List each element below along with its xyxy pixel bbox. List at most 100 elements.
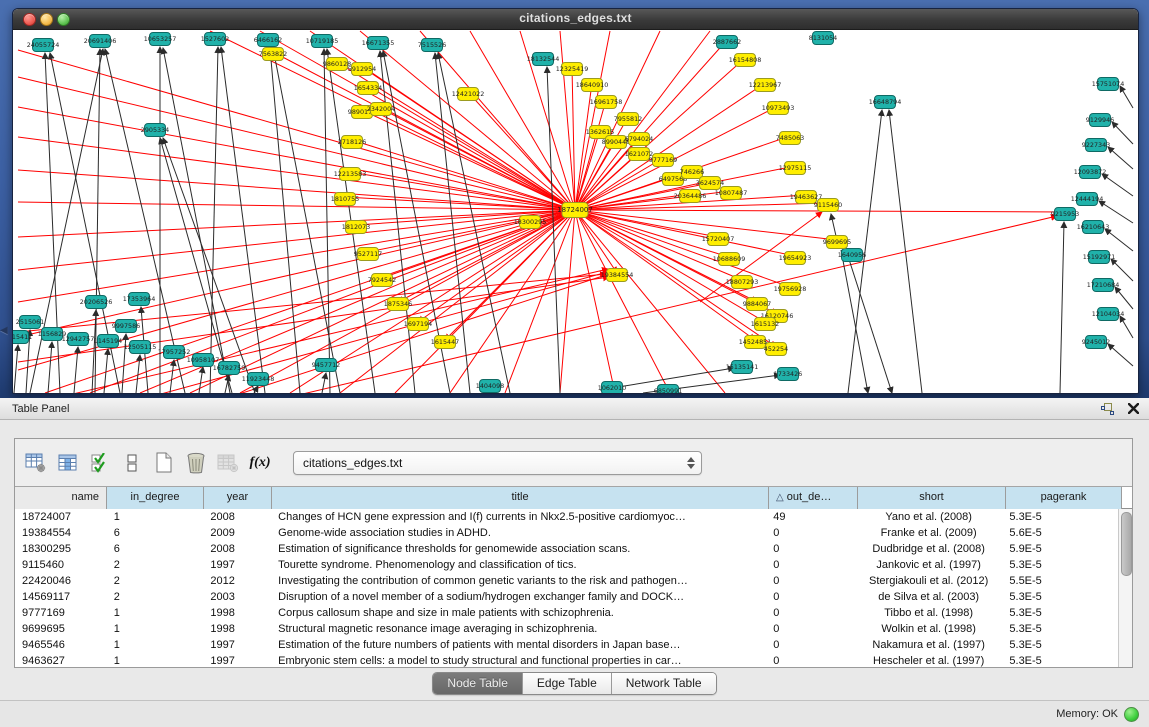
graph-node[interactable]: 12213967 xyxy=(749,79,782,92)
delete-column-icon[interactable] xyxy=(213,449,243,477)
graph-node[interactable]: 19384554 xyxy=(601,269,634,282)
graph-node[interactable]: 1640956 xyxy=(838,249,866,262)
graph-node[interactable]: 2887662 xyxy=(713,36,741,49)
table-row[interactable]: 911546021997Tourette syndrome. Phenomeno… xyxy=(15,557,1118,573)
graph-node[interactable]: 15135141 xyxy=(726,361,759,374)
graph-node[interactable]: 12505115 xyxy=(124,341,157,354)
graph-node[interactable]: 452254 xyxy=(764,343,788,356)
graph-node[interactable]: 17210684 xyxy=(1087,279,1120,292)
select-rows-icon[interactable] xyxy=(85,449,115,477)
graph-node[interactable]: 16961758 xyxy=(590,96,623,109)
graph-node[interactable]: 20364486 xyxy=(674,190,707,203)
table-row[interactable]: 969969511998Structural magnetic resonanc… xyxy=(15,621,1118,637)
graph-node[interactable]: 746266 xyxy=(680,166,704,179)
tab-edge-table[interactable]: Edge Table xyxy=(523,673,612,694)
graph-node[interactable]: 15192971 xyxy=(1083,251,1116,264)
graph-node[interactable]: 1654334 xyxy=(354,82,382,95)
graph-node[interactable]: 7924542 xyxy=(368,274,396,287)
graph-node[interactable]: 7485063 xyxy=(776,132,804,145)
tab-network-table[interactable]: Network Table xyxy=(612,673,716,694)
float-panel-icon[interactable] xyxy=(1099,402,1115,416)
collapse-left-arrow-icon[interactable]: ◀ xyxy=(0,326,8,336)
graph-node[interactable]: 15720407 xyxy=(702,233,735,246)
graph-node[interactable]: 1875346 xyxy=(384,298,412,311)
network-table-select[interactable]: citations_edges.txt xyxy=(293,451,702,475)
graph-node[interactable]: 2718126 xyxy=(338,136,366,149)
graph-node[interactable]: 12093872 xyxy=(1074,166,1107,179)
graph-node[interactable]: 7955812 xyxy=(614,113,642,126)
graph-node[interactable]: 10807487 xyxy=(715,187,748,200)
graph-node[interactable]: 1810755 xyxy=(331,193,359,206)
function-builder-icon[interactable]: f(x) xyxy=(245,449,275,477)
graph-node[interactable]: 9115460 xyxy=(814,199,842,212)
graph-node[interactable]: 1615132 xyxy=(751,318,779,331)
graph-node[interactable]: 10688609 xyxy=(713,253,746,266)
graph-node[interactable]: 12421022 xyxy=(452,88,485,101)
graph-node[interactable]: 7563822 xyxy=(259,48,287,61)
table-settings-icon[interactable] xyxy=(21,449,51,477)
graph-node[interactable]: 10973493 xyxy=(762,102,795,115)
graph-node[interactable]: 24055724 xyxy=(27,39,60,52)
graph-node[interactable]: 16154808 xyxy=(729,54,762,67)
graph-node[interactable]: 1145194 xyxy=(94,335,122,348)
graph-node[interactable]: 16648794 xyxy=(869,96,902,109)
close-panel-icon[interactable] xyxy=(1125,402,1141,416)
graph-node[interactable]: 6794024 xyxy=(625,133,653,146)
graph-node[interactable]: 8131054 xyxy=(809,32,837,45)
table-row[interactable]: 1938455462009Genome-wide association stu… xyxy=(15,525,1118,541)
graph-node[interactable]: 6466162 xyxy=(254,34,282,47)
graph-node[interactable]: 7515526 xyxy=(418,39,446,52)
table-row[interactable]: 1830029562008Estimation of significance … xyxy=(15,541,1118,557)
scrollbar-thumb[interactable] xyxy=(1121,512,1132,576)
row-height-icon[interactable] xyxy=(117,449,147,477)
graph-node[interactable]: 1062010 xyxy=(598,382,626,394)
graph-node[interactable]: 9245012 xyxy=(1082,336,1110,349)
graph-node[interactable]: 1812073 xyxy=(342,221,370,234)
graph-node[interactable]: 2515061 xyxy=(16,316,44,329)
column-header-pagerank[interactable]: pagerank xyxy=(1006,487,1122,509)
table-row[interactable]: 1872400712008Changes of HCN gene express… xyxy=(15,509,1118,525)
graph-node[interactable]: 16671355 xyxy=(362,37,395,50)
delete-table-icon[interactable] xyxy=(181,449,211,477)
column-header-name[interactable]: name xyxy=(15,487,107,509)
graph-node[interactable]: 10653257 xyxy=(144,33,177,46)
graph-node[interactable]: 3624574 xyxy=(696,177,724,190)
graph-hub-node[interactable]: 18724007 xyxy=(557,203,593,218)
graph-node[interactable]: 5912954 xyxy=(348,63,376,76)
graph-node[interactable]: 9457712 xyxy=(312,359,340,372)
graph-node[interactable]: 11923448 xyxy=(242,373,275,386)
table-row[interactable]: 946362711997Embryonic stem cells: a mode… xyxy=(15,653,1118,667)
graph-node[interactable]: 1615447 xyxy=(431,336,459,349)
graph-node[interactable]: 20206526 xyxy=(80,296,113,309)
column-header-title[interactable]: title xyxy=(272,487,769,509)
graph-node[interactable]: 9227343 xyxy=(1082,139,1110,152)
column-header-out-de-[interactable]: △out_de… xyxy=(769,487,858,509)
graph-node[interactable]: 1404098 xyxy=(476,380,504,393)
graph-node[interactable]: 12104034 xyxy=(1092,308,1125,321)
graph-node[interactable]: 9215953 xyxy=(1051,208,1079,221)
column-header-in-degree[interactable]: in_degree xyxy=(107,487,204,509)
graph-node[interactable]: 6850991 xyxy=(654,385,682,394)
graph-node[interactable]: 19654923 xyxy=(779,252,812,265)
graph-node[interactable]: 12942757 xyxy=(62,333,95,346)
graph-node[interactable]: 12975115 xyxy=(779,162,812,175)
column-header-short[interactable]: short xyxy=(858,487,1006,509)
graph-node[interactable]: 10719185 xyxy=(306,35,339,48)
network-canvas[interactable]: 24055724 20691406 10653257 1527602 6466162 10… xyxy=(13,30,1138,393)
table-row[interactable]: 946554611997Estimation of the future num… xyxy=(15,637,1118,653)
graph-node[interactable]: 18807293 xyxy=(726,276,759,289)
tab-node-table[interactable]: Node Table xyxy=(433,673,523,694)
graph-node[interactable]: 17353964 xyxy=(123,293,156,306)
table-row[interactable]: 977716911998Corpus callosum shape and si… xyxy=(15,605,1118,621)
graph-node[interactable]: 9129946 xyxy=(1086,114,1114,127)
graph-node[interactable]: 1527602 xyxy=(201,33,229,46)
table-row[interactable]: 1456911722003Disruption of a novel membe… xyxy=(15,589,1118,605)
vertical-scrollbar[interactable] xyxy=(1118,509,1132,667)
memory-status-dot-icon[interactable] xyxy=(1124,707,1139,722)
graph-node[interactable]: 15751074 xyxy=(1092,78,1125,91)
graph-node[interactable]: 19756928 xyxy=(774,283,807,296)
graph-node[interactable]: 12325419 xyxy=(556,63,589,76)
graph-node[interactable]: 9884067 xyxy=(743,298,771,311)
graph-node[interactable]: 20691406 xyxy=(84,35,117,48)
graph-node[interactable]: 9777169 xyxy=(649,154,677,167)
